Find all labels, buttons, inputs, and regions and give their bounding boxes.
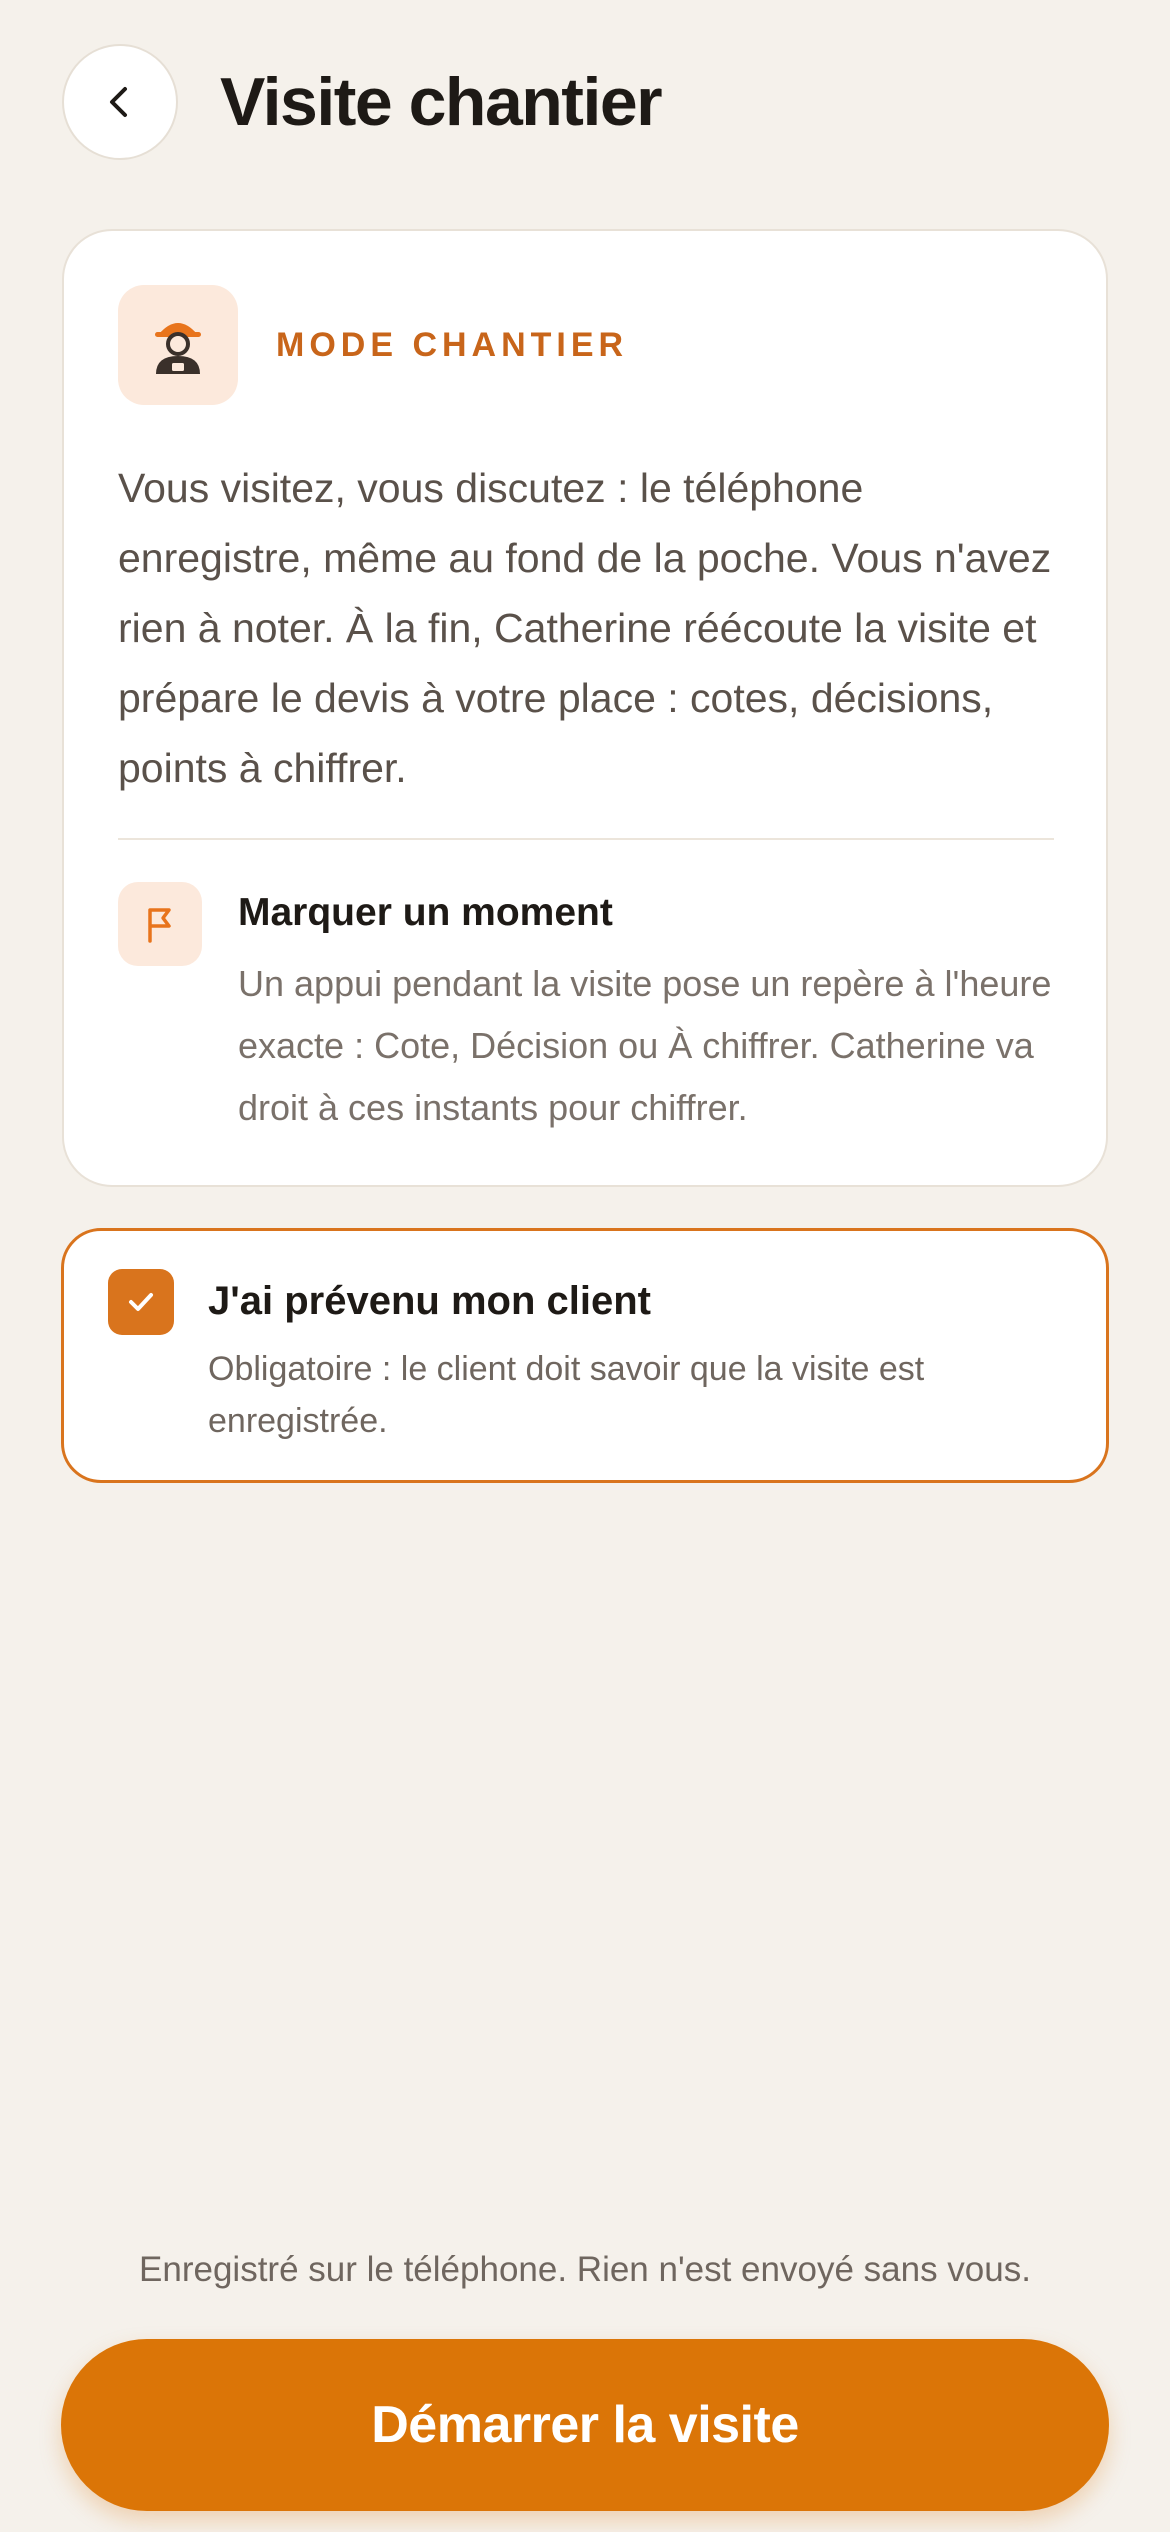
page-title: Visite chantier	[220, 64, 663, 140]
mode-label: MODE CHANTIER	[276, 325, 629, 364]
header: Visite chantier	[62, 44, 663, 160]
mark-moment-description: Un appui pendant la visite pose un repèr…	[238, 963, 1052, 1128]
mark-moment-title: Marquer un moment	[238, 891, 613, 934]
consent-description: Obligatoire : le client doit savoir que …	[208, 1350, 925, 1440]
flag-icon	[118, 882, 202, 966]
worker-helmet-icon	[118, 285, 238, 405]
back-button[interactable]	[62, 44, 178, 160]
chevron-left-icon	[110, 87, 127, 117]
consent-title: J'ai prévenu mon client	[208, 1279, 651, 1323]
start-visit-button[interactable]: Démarrer la visite	[61, 2339, 1109, 2511]
mode-description: Vous visitez, vous discutez : le télépho…	[118, 465, 1052, 791]
consent-checkbox[interactable]	[108, 1269, 174, 1335]
visit-setup-screen: Visite chantier MODE CHANTIER Vous visit…	[0, 0, 1170, 2532]
site-mode-card: MODE CHANTIER Vous visitez, vous discute…	[62, 229, 1108, 1187]
check-icon	[129, 1293, 153, 1311]
mode-row: MODE CHANTIER	[118, 285, 628, 405]
client-consent-checkbox-row[interactable]: J'ai prévenu mon client Obligatoire : le…	[61, 1228, 1109, 1483]
privacy-note: Enregistré sur le téléphone. Rien n'est …	[139, 2250, 1031, 2289]
divider	[118, 838, 1054, 840]
